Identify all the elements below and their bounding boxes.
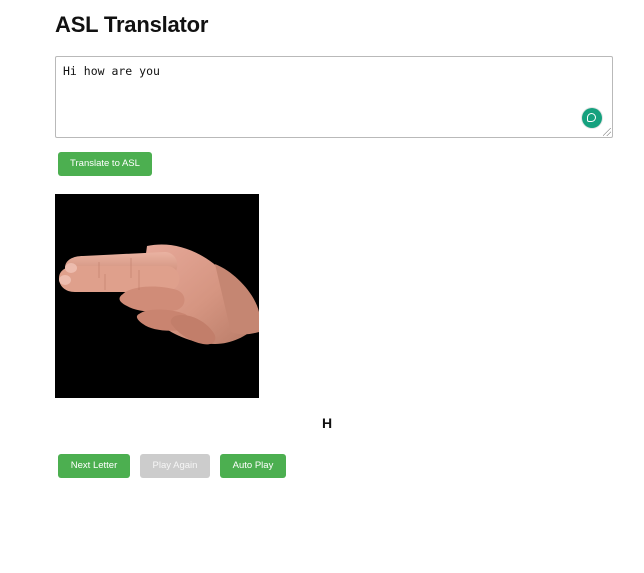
next-letter-button[interactable]: Next Letter	[58, 454, 130, 478]
text-input[interactable]: Hi how are you	[56, 57, 612, 137]
page-title: ASL Translator	[55, 12, 209, 37]
hand-sign-illustration	[59, 244, 259, 345]
current-letter: H	[321, 415, 333, 431]
auto-play-button[interactable]: Auto Play	[220, 454, 286, 478]
resize-handle[interactable]	[603, 128, 611, 136]
grammar-assistant-icon[interactable]	[582, 108, 602, 128]
translate-button[interactable]: Translate to ASL	[58, 152, 152, 176]
asl-sign-image	[55, 194, 259, 398]
text-input-container: Hi how are you	[55, 56, 613, 138]
play-again-button[interactable]: Play Again	[140, 454, 210, 478]
